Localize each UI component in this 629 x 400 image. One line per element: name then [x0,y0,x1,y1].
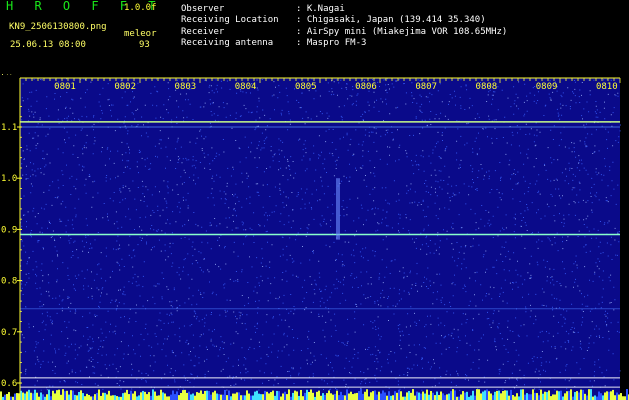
x-tick-label: 0802 [114,82,136,92]
location-label: Receiving Location [181,15,279,25]
x-tick-label: 0807 [415,82,437,92]
y-tick-label: 1.0 [1,174,17,184]
date-time: 25.06.13 08:00 [10,40,86,50]
y-tick-label: 1.1 [1,123,17,133]
y-tick-label: 0.7 [1,328,17,338]
meleor-count: 93 [139,40,150,50]
x-tick-label: 0806 [355,82,377,92]
version-label: 1.0.0f [124,3,157,13]
y-tick-label: 0.9 [1,225,17,235]
meleor-label: meleor [124,29,157,39]
x-tick-label: 0801 [54,82,76,92]
meteor-echo [336,178,340,240]
spectrogram-canvas: 1.1 1.0 0.9 0.8 0.7 0.6 0801 0802 0803 0804 0805 08… [0,75,629,400]
x-tick-label: 0810 [596,82,618,92]
observer-label: Observer [181,4,225,14]
antenna-label: Receiving antenna [181,38,274,48]
x-tick-label: 0805 [295,82,317,92]
x-tick-label: 0809 [536,82,558,92]
x-tick-label: 0804 [235,82,257,92]
x-tick-label: 0803 [175,82,197,92]
x-tick-label: 0808 [476,82,498,92]
antenna-value: : Maspro FM-3 [296,38,367,48]
y-tick-label: 0.6 [1,379,17,389]
location-value: : Chigasaki, Japan (139.414 35.340) [296,15,486,25]
receiver-value: : AirSpy mini (Miakejima VOR 108.65MHz) [296,27,508,37]
observer-value: : K.Nagai [296,4,345,14]
spectrogram-panel: 1.1 1.0 0.9 0.8 0.7 0.6 0801 0802 0803 0804 0805 08… [0,75,629,400]
spectrogram-background [20,78,620,400]
file-name: KN9_2506130800.png [9,22,107,32]
y-tick-label: 0.8 [1,277,17,287]
receiver-label: Receiver [181,27,225,37]
